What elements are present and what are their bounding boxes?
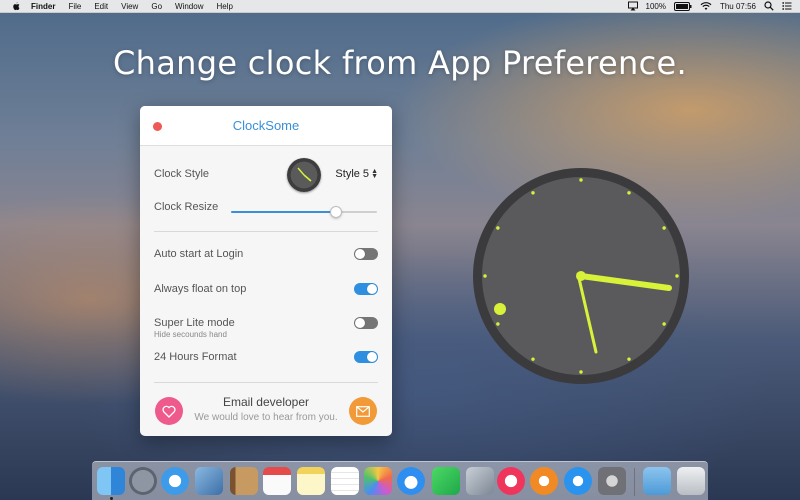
- menu-file[interactable]: File: [68, 2, 81, 11]
- slider-knob[interactable]: [330, 206, 343, 218]
- menu-finder[interactable]: Finder: [31, 2, 55, 11]
- clock-resize-label: Clock Resize: [154, 201, 219, 213]
- clock-resize-slider[interactable]: [231, 206, 377, 218]
- system-preferences-icon[interactable]: [598, 467, 626, 495]
- toggle-row-auto-start: Auto start at Login: [154, 248, 378, 260]
- menu-window[interactable]: Window: [175, 2, 203, 11]
- clock-style-preview: [287, 158, 321, 192]
- clock-style-value: Style 5: [335, 168, 370, 180]
- clock-hour-marker: [627, 357, 631, 361]
- preview-photo-icon[interactable]: [195, 467, 223, 495]
- contacts-icon[interactable]: [230, 467, 258, 495]
- airplay-icon[interactable]: [627, 1, 638, 11]
- clock-second-dot: [494, 303, 506, 315]
- photos-icon[interactable]: [364, 467, 392, 495]
- spotlight-search-icon[interactable]: [764, 1, 774, 11]
- window-title: ClockSome: [232, 118, 300, 133]
- clock-style-label: Clock Style: [154, 168, 210, 180]
- clock-preview-icon: [297, 167, 312, 182]
- promo-headline: Change clock from App Preference.: [113, 44, 687, 82]
- toggle-knob: [355, 249, 365, 259]
- desktop-analog-clock[interactable]: [471, 166, 691, 386]
- clock-hour-marker: [579, 178, 583, 182]
- toggle-knob: [355, 318, 365, 328]
- ibooks-icon[interactable]: [530, 467, 558, 495]
- clock-hour-marker: [627, 191, 631, 195]
- clocksome-preferences-window: ClockSome Clock Style Style 5 ▲ ▼ Clock R…: [140, 106, 392, 436]
- toggle-label: Super Lite mode: [154, 317, 235, 329]
- clock-hour-marker: [531, 357, 535, 361]
- toggle-label: 24 Hours Format: [154, 351, 237, 363]
- notification-center-icon[interactable]: [782, 1, 792, 11]
- toggle-knob: [367, 284, 377, 294]
- launchpad-icon[interactable]: [129, 467, 157, 495]
- clock-hour-marker: [675, 274, 679, 278]
- clock-center-pin: [576, 271, 586, 281]
- section-divider: [154, 231, 378, 232]
- clock-hour-marker: [662, 322, 666, 326]
- clock-hour-marker: [579, 370, 583, 374]
- dock: [92, 461, 708, 500]
- clock-hour-marker: [496, 322, 500, 326]
- toggle-row-24-hours: 24 Hours Format: [154, 351, 378, 363]
- calendar-icon[interactable]: [263, 467, 291, 495]
- menu-edit[interactable]: Edit: [94, 2, 108, 11]
- apple-menu-icon[interactable]: [11, 1, 21, 11]
- menu-go[interactable]: Go: [151, 2, 162, 11]
- wifi-icon[interactable]: [700, 1, 712, 11]
- facetime-icon[interactable]: [432, 467, 460, 495]
- clock-style-select[interactable]: Style 5 ▲ ▼: [335, 168, 378, 180]
- app-store-icon[interactable]: [564, 467, 592, 495]
- clock-hour-marker: [483, 274, 487, 278]
- toggle-row-super-lite: Super Lite mode Hide secounds hand: [154, 317, 378, 339]
- auto-start-toggle[interactable]: [354, 248, 378, 260]
- clock-hour-marker: [531, 191, 535, 195]
- slider-fill: [231, 211, 337, 213]
- float-on-top-toggle[interactable]: [354, 283, 378, 295]
- toggle-label: Auto start at Login: [154, 248, 244, 260]
- 24-hours-toggle[interactable]: [354, 351, 378, 363]
- battery-icon[interactable]: [673, 1, 692, 11]
- chevron-up-down-icon: ▲ ▼: [371, 168, 378, 180]
- dock-separator: [634, 468, 635, 496]
- section-divider: [154, 382, 378, 383]
- image-capture-icon[interactable]: [466, 467, 494, 495]
- reminders-icon[interactable]: [331, 467, 359, 495]
- menu-bar: Finder File Edit View Go Window Help 100…: [0, 0, 800, 13]
- finder-icon[interactable]: [97, 467, 125, 495]
- menubar-clock[interactable]: Thu 07:56: [720, 2, 756, 11]
- menu-extras: 100% Thu 07:56: [627, 1, 800, 11]
- menu-help[interactable]: Help: [216, 2, 232, 11]
- toggle-row-float-on-top: Always float on top: [154, 283, 378, 295]
- email-developer-button[interactable]: [349, 397, 377, 425]
- envelope-icon: [356, 405, 370, 417]
- safari-icon[interactable]: [161, 467, 189, 495]
- close-button[interactable]: [153, 122, 162, 131]
- messages-icon[interactable]: [397, 467, 425, 495]
- menu-view[interactable]: View: [121, 2, 138, 11]
- super-lite-toggle[interactable]: [354, 317, 378, 329]
- itunes-icon[interactable]: [497, 467, 525, 495]
- notes-icon[interactable]: [297, 467, 325, 495]
- toggle-label: Always float on top: [154, 283, 247, 295]
- window-titlebar: ClockSome: [140, 106, 392, 146]
- clock-hour-marker: [496, 226, 500, 230]
- downloads-folder-icon[interactable]: [643, 467, 671, 495]
- clock-hour-marker: [662, 226, 666, 230]
- toggle-knob: [367, 352, 377, 362]
- trash-icon[interactable]: [677, 467, 705, 495]
- battery-percent: 100%: [645, 1, 666, 11]
- toggle-sublabel: Hide secounds hand: [154, 330, 227, 339]
